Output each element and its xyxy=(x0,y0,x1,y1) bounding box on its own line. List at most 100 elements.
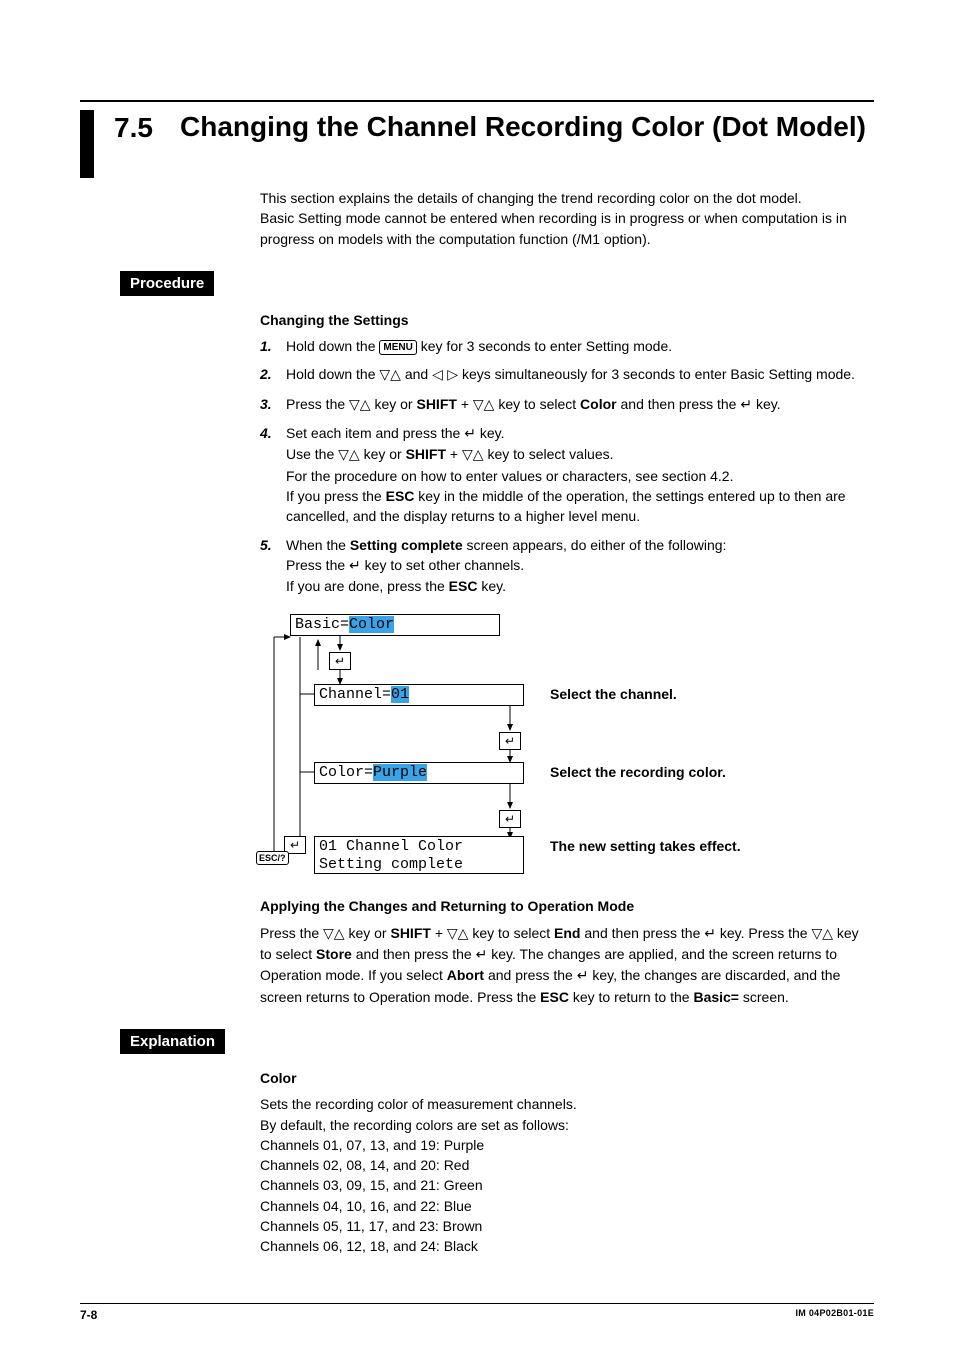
section-header: 7.5 Changing the Channel Recording Color… xyxy=(80,110,874,178)
leftright-icon: ◁ ▷ xyxy=(432,367,458,383)
text: If you press the xyxy=(286,488,386,504)
text: key. xyxy=(476,425,505,441)
end-word: End xyxy=(554,925,580,941)
step-number: 1. xyxy=(260,336,286,356)
step-5: 5. When the Setting complete screen appe… xyxy=(260,535,874,597)
enter-icon: ↵ xyxy=(329,652,351,670)
shift-key: SHIFT xyxy=(390,925,430,941)
caption-channel: Select the channel. xyxy=(550,686,677,702)
updown-icon: ▽△ xyxy=(338,447,360,463)
text: Press the xyxy=(286,557,349,573)
enter-icon: ↵ xyxy=(499,810,521,828)
default-1: Channels 02, 08, 14, and 20: Red xyxy=(260,1155,874,1175)
lcd-highlight: Color xyxy=(349,616,394,633)
applying-block: Applying the Changes and Returning to Op… xyxy=(260,896,874,1006)
lcd-text: Channel= xyxy=(319,686,391,703)
changing-heading: Changing the Settings xyxy=(260,310,874,330)
text: and xyxy=(401,366,432,382)
explanation-badge: Explanation xyxy=(120,1029,225,1054)
enter-icon: ↵ xyxy=(476,947,488,963)
text: keys simultaneously for 3 seconds to ent… xyxy=(458,366,855,382)
enter-icon: ↵ xyxy=(740,397,752,413)
esc-key-icon: ESC/? xyxy=(256,851,289,865)
caption-done: The new setting takes effect. xyxy=(550,838,741,854)
shift-key: SHIFT xyxy=(406,446,446,462)
text: Press the xyxy=(286,396,349,412)
default-0: Channels 01, 07, 13, and 19: Purple xyxy=(260,1135,874,1155)
lcd-text: Basic= xyxy=(295,616,349,633)
default-2: Channels 03, 09, 15, and 21: Green xyxy=(260,1175,874,1195)
text: and then press the xyxy=(581,925,705,941)
steps-list: 1. Hold down the MENU key for 3 seconds … xyxy=(260,336,874,596)
text: key. Press the xyxy=(716,925,811,941)
section-marker xyxy=(80,110,94,178)
page-footer: 7-8 IM 04P02B01-01E xyxy=(80,1303,874,1322)
text: and then press the xyxy=(617,396,741,412)
lcd-complete: 01 Channel Color Setting complete xyxy=(314,836,524,874)
step-number: 5. xyxy=(260,535,286,597)
text: key or xyxy=(360,446,406,462)
default-5: Channels 06, 12, 18, and 24: Black xyxy=(260,1236,874,1256)
text: screen appears, do either of the followi… xyxy=(463,537,727,553)
updown-icon: ▽△ xyxy=(349,397,371,413)
enter-icon: ↵ xyxy=(704,926,716,942)
text: key or xyxy=(371,396,417,412)
explanation-line-1: Sets the recording color of measurement … xyxy=(260,1094,874,1114)
text: Press the xyxy=(260,925,323,941)
text: key to set other channels. xyxy=(361,557,524,573)
applying-text: Press the ▽△ key or SHIFT + ▽△ key to se… xyxy=(260,923,874,1007)
procedure-content: Changing the Settings 1. Hold down the M… xyxy=(260,310,874,597)
lcd-highlight: 01 xyxy=(391,686,409,703)
text: Hold down the xyxy=(286,366,379,382)
procedure-badge: Procedure xyxy=(120,271,214,296)
step-3: 3. Press the ▽△ key or SHIFT + ▽△ key to… xyxy=(260,394,874,415)
text: + xyxy=(457,396,473,412)
step-2: 2. Hold down the ▽△ and ◁ ▷ keys simulta… xyxy=(260,364,874,385)
lcd-color: Color=Purple xyxy=(314,762,524,784)
esc-key: ESC xyxy=(449,578,478,594)
text: key to select xyxy=(494,396,580,412)
step-1: 1. Hold down the MENU key for 3 seconds … xyxy=(260,336,874,356)
text: key. xyxy=(752,396,781,412)
section-rule xyxy=(80,100,874,102)
text: and then press the xyxy=(352,946,476,962)
basic-word: Basic= xyxy=(693,989,739,1005)
explanation-line-2: By default, the recording colors are set… xyxy=(260,1115,874,1135)
setting-complete: Setting complete xyxy=(350,537,463,553)
lcd-text: Setting complete xyxy=(319,856,463,873)
enter-icon: ↵ xyxy=(577,968,589,984)
step-number: 2. xyxy=(260,364,286,385)
updown-icon: ▽△ xyxy=(447,926,469,942)
section-title: Changing the Channel Recording Color (Do… xyxy=(180,110,866,144)
section-number: 7.5 xyxy=(114,110,180,144)
text: key to select values. xyxy=(484,446,614,462)
updown-icon: ▽△ xyxy=(462,447,484,463)
step-number: 4. xyxy=(260,423,286,526)
text: key to select xyxy=(468,925,554,941)
lcd-highlight: Purple xyxy=(373,764,427,781)
enter-icon: ↵ xyxy=(499,732,521,750)
intro-block: This section explains the details of cha… xyxy=(260,188,874,249)
procedure-row: Procedure xyxy=(80,271,874,296)
flow-diagram: Basic=Color ↵ Channel=01 Select the chan… xyxy=(260,612,880,882)
text: Hold down the xyxy=(286,338,379,354)
explanation-content: Color Sets the recording color of measur… xyxy=(260,1068,874,1257)
intro-line-1: This section explains the details of cha… xyxy=(260,188,874,208)
color-heading: Color xyxy=(260,1068,874,1088)
applying-heading: Applying the Changes and Returning to Op… xyxy=(260,896,874,916)
updown-icon: ▽△ xyxy=(379,367,401,383)
text: If you are done, press the xyxy=(286,578,449,594)
default-3: Channels 04, 10, 16, and 22: Blue xyxy=(260,1196,874,1216)
updown-icon: ▽△ xyxy=(473,397,495,413)
text: Use the xyxy=(286,446,338,462)
lcd-text: 01 Channel Color xyxy=(319,838,463,855)
text: + xyxy=(446,446,462,462)
shift-key: SHIFT xyxy=(416,396,456,412)
text: key or xyxy=(345,925,391,941)
explanation-row: Explanation xyxy=(80,1029,874,1054)
enter-icon: ↵ xyxy=(349,558,361,574)
text: and press the xyxy=(484,967,577,983)
updown-icon: ▽△ xyxy=(811,926,833,942)
text: For the procedure on how to enter values… xyxy=(286,468,733,484)
menu-key-icon: MENU xyxy=(379,340,416,355)
